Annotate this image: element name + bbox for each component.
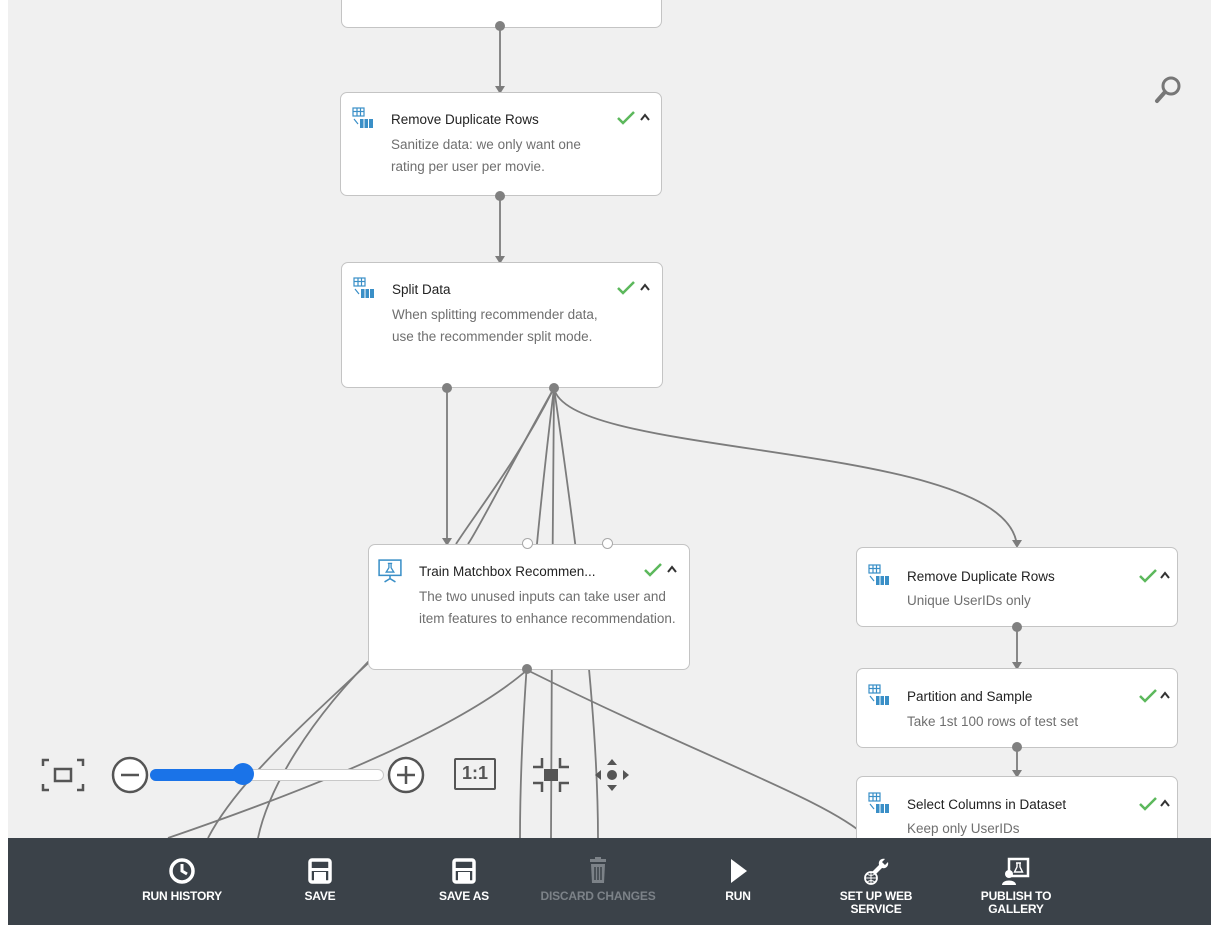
publish-to-gallery-label-2: GALLERY — [988, 902, 1044, 916]
table-transform-icon — [353, 277, 374, 298]
success-check-icon — [1139, 797, 1157, 811]
input-port-unused-item-features[interactable] — [602, 538, 613, 549]
trash-icon — [590, 857, 606, 883]
train-model-icon — [378, 559, 402, 583]
output-port[interactable] — [495, 21, 505, 31]
output-port[interactable] — [1012, 742, 1022, 752]
bottom-toolbar: RUN HISTORY SAVE SAVE AS DISCARD CHANGES… — [8, 838, 1211, 925]
module-node-remove-duplicate-rows-2[interactable]: Remove Duplicate Rows Unique UserIDs onl… — [856, 547, 1178, 627]
module-title: Select Columns in Dataset — [907, 797, 1067, 812]
input-port-unused-user-features[interactable] — [522, 538, 533, 549]
collapse-caret-icon[interactable] — [640, 283, 650, 291]
module-node-select-columns[interactable]: Select Columns in Dataset Keep only User… — [856, 776, 1178, 838]
success-check-icon — [617, 111, 635, 125]
zoom-slider-fill — [150, 769, 243, 781]
module-node-remove-duplicate-rows[interactable]: Remove Duplicate Rows Sanitize data: we … — [340, 92, 662, 196]
module-title: Split Data — [392, 282, 451, 297]
pan-icon[interactable] — [591, 757, 633, 793]
module-description: Keep only UserIDs — [907, 821, 1020, 836]
success-check-icon — [1139, 689, 1157, 703]
run-history-button[interactable]: RUN HISTORY — [126, 856, 238, 903]
output-port-left[interactable] — [442, 383, 452, 393]
module-description: Sanitize data: we only want one rating p… — [391, 137, 581, 174]
discard-changes-button[interactable]: DISCARD CHANGES — [528, 856, 668, 903]
wire-left-out-1 — [207, 639, 394, 838]
clock-icon — [169, 858, 195, 884]
wire-train-fan-1 — [167, 669, 528, 838]
success-check-icon — [617, 281, 635, 295]
success-check-icon — [1139, 569, 1157, 583]
set-up-web-service-button[interactable]: SET UP WEB SERVICE — [826, 856, 926, 916]
actual-size-label: 1:1 — [461, 763, 488, 783]
success-check-icon — [644, 563, 662, 577]
module-title: Train Matchbox Recommen... — [419, 564, 596, 579]
module-node-split-data[interactable]: Split Data When splitting recommender da… — [341, 262, 663, 388]
zoom-in-icon[interactable] — [384, 755, 428, 795]
search-icon[interactable] — [1151, 73, 1185, 107]
set-up-web-service-label-2: SERVICE — [850, 902, 902, 916]
run-button[interactable]: RUN — [708, 856, 768, 903]
module-description: The two unused inputs can take user and … — [419, 589, 676, 626]
wire-split-to-remove-dup-2 — [553, 387, 1018, 547]
run-history-label: RUN HISTORY — [142, 889, 222, 903]
zoom-slider-thumb[interactable] — [232, 763, 254, 785]
play-icon — [731, 859, 747, 883]
wire-split-fan-2 — [467, 387, 555, 545]
collapse-caret-icon[interactable] — [667, 565, 677, 573]
set-up-web-service-label-1: SET UP WEB — [839, 889, 913, 903]
actual-size-button[interactable]: 1:1 — [454, 758, 496, 790]
output-port-right[interactable] — [549, 383, 559, 393]
save-icon — [308, 858, 332, 884]
collapse-caret-icon[interactable] — [640, 113, 650, 121]
zoom-slider[interactable] — [150, 763, 384, 785]
save-as-label: SAVE AS — [439, 889, 489, 903]
table-transform-icon — [868, 792, 889, 813]
wire-left-out-2 — [257, 649, 381, 838]
output-port[interactable] — [495, 191, 505, 201]
save-label: SAVE — [304, 889, 336, 903]
table-transform-icon — [868, 684, 889, 705]
wire-train-fan-2 — [526, 669, 869, 838]
fit-to-screen-icon[interactable] — [40, 757, 86, 793]
publish-to-gallery-button[interactable]: PUBLISH TO GALLERY — [968, 856, 1064, 916]
save-button[interactable]: SAVE — [290, 856, 350, 903]
output-port[interactable] — [522, 664, 532, 674]
module-title: Remove Duplicate Rows — [907, 569, 1055, 584]
output-port[interactable] — [1012, 622, 1022, 632]
experiment-canvas[interactable]: Remove Duplicate Rows Sanitize data: we … — [8, 0, 1211, 838]
collapse-caret-icon[interactable] — [1160, 571, 1170, 579]
module-title: Remove Duplicate Rows — [391, 112, 539, 127]
module-description: When splitting recommender data, use the… — [392, 307, 598, 344]
publish-gallery-icon — [1002, 857, 1030, 885]
collapse-caret-icon[interactable] — [1160, 799, 1170, 807]
save-as-icon — [452, 858, 476, 884]
module-description: Take 1st 100 rows of test set — [907, 714, 1079, 729]
zoom-to-selection-icon[interactable] — [531, 756, 571, 794]
run-label: RUN — [725, 889, 751, 903]
discard-changes-label: DISCARD CHANGES — [540, 889, 656, 903]
collapse-caret-icon[interactable] — [1160, 691, 1170, 699]
wrench-globe-icon — [864, 858, 889, 885]
save-as-button[interactable]: SAVE AS — [424, 856, 504, 903]
module-description: Unique UserIDs only — [907, 593, 1031, 608]
module-title: Partition and Sample — [907, 689, 1033, 704]
zoom-out-icon[interactable] — [109, 755, 151, 795]
module-node-train-matchbox[interactable]: Train Matchbox Recommen... The two unuse… — [368, 544, 690, 670]
table-transform-icon — [352, 107, 373, 128]
module-node-partition-and-sample[interactable]: Partition and Sample Take 1st 100 rows o… — [856, 668, 1178, 748]
publish-to-gallery-label-1: PUBLISH TO — [980, 889, 1052, 903]
table-transform-icon — [868, 564, 889, 585]
